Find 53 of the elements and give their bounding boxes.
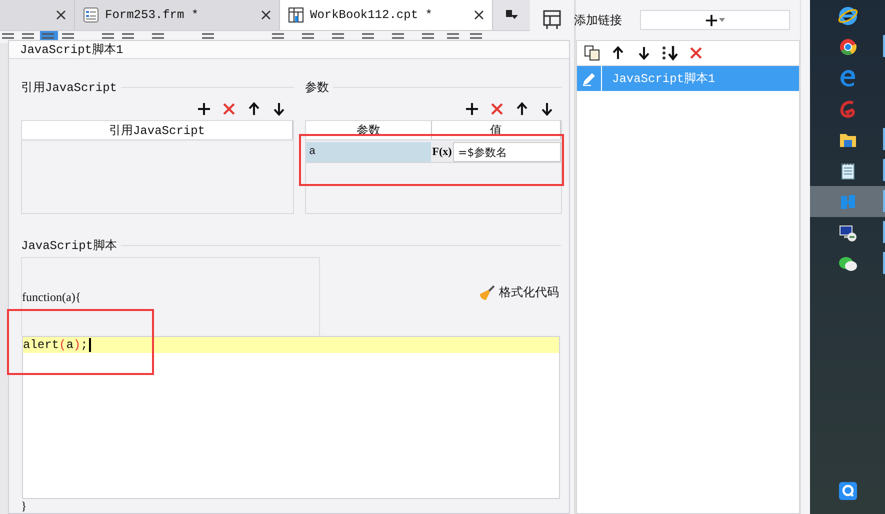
code-editor[interactable]: alert(a);: [22, 336, 560, 499]
browser-icon: [838, 68, 856, 86]
add-button[interactable]: [463, 100, 481, 118]
value-field[interactable]: =$参数名: [453, 142, 561, 162]
section-title: 引用JavaScript: [21, 80, 118, 96]
delete-icon: [689, 46, 703, 60]
arrow-down-icon: [541, 102, 553, 116]
arrow-up-icon: [612, 46, 624, 60]
column-header: 引用JavaScript: [22, 121, 293, 139]
pencil-icon: [582, 72, 596, 86]
delete-icon: [490, 102, 504, 116]
form-icon: [83, 7, 99, 23]
format-code-button[interactable]: 格式化代码: [479, 284, 559, 301]
arrow-up-icon: [516, 102, 528, 116]
formula-button[interactable]: F(x): [431, 142, 453, 162]
section-title: JavaScript脚本: [21, 238, 118, 254]
add-button[interactable]: [195, 100, 213, 118]
dialog-title: JavaScript脚本1: [20, 42, 124, 58]
browser-icon: [838, 6, 858, 26]
dropdown-icon: [504, 9, 518, 21]
delete-icon: [222, 102, 236, 116]
folder-icon: [838, 132, 856, 148]
app-icon: [838, 192, 856, 210]
move-to-bottom-button[interactable]: [661, 44, 679, 62]
plus-icon: [705, 14, 718, 26]
grid-icon: [288, 7, 304, 23]
chat-icon: [838, 256, 858, 272]
monitor-icon: [838, 224, 856, 242]
plus-icon: [465, 102, 479, 116]
tab-menu-button[interactable]: [493, 0, 530, 30]
app-icon: [838, 100, 856, 118]
broom-icon: [479, 284, 495, 300]
browser-icon: [838, 38, 856, 56]
close-icon: [474, 10, 484, 20]
add-link-label: 添加链接: [574, 12, 622, 28]
table-cell[interactable]: a: [306, 142, 431, 162]
closing-brace: }: [21, 499, 28, 514]
editor-tab[interactable]: WorkBook112.cpt *: [280, 0, 493, 30]
copy-button[interactable]: [583, 44, 601, 62]
move-to-bottom-icon: [661, 45, 679, 61]
plus-icon: [197, 102, 211, 116]
notepad-icon: [840, 162, 856, 180]
close-icon: [261, 10, 271, 20]
caret-icon: [719, 18, 725, 22]
app-icon: [838, 482, 856, 500]
copy-icon: [584, 45, 600, 61]
layout-icon: [543, 10, 561, 30]
section-title: 参数: [305, 80, 329, 96]
arrow-down-icon: [273, 102, 285, 116]
arrow-down-icon: [638, 46, 650, 60]
function-signature: function(a){: [22, 290, 82, 304]
close-icon: [56, 10, 66, 20]
arrow-up-icon: [248, 102, 260, 116]
